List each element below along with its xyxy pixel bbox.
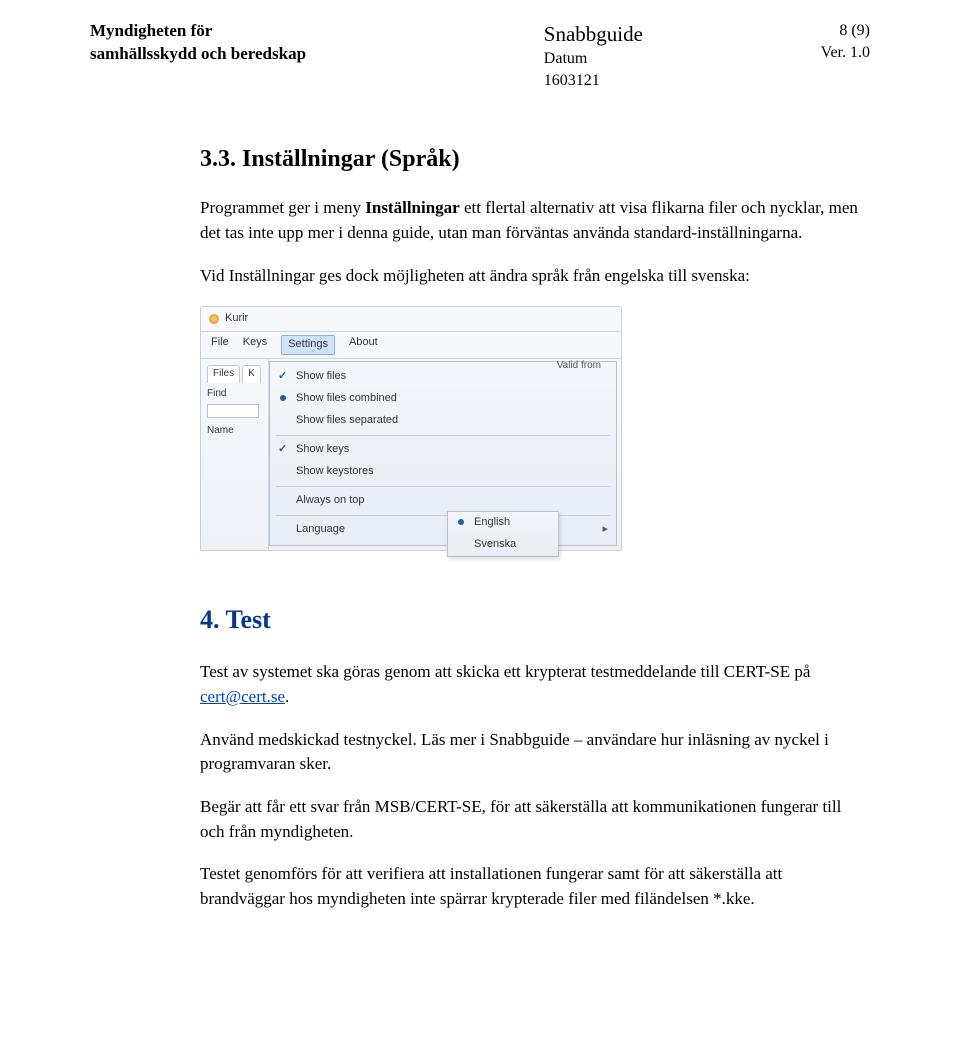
menu-item-show-keys[interactable]: Show keys	[270, 439, 616, 461]
find-input[interactable]	[207, 404, 259, 418]
section-3-3-title: 3.3. Inställningar (Språk)	[200, 142, 870, 177]
menu-item-show-files-separated[interactable]: Show files separated	[270, 410, 616, 432]
menu-item-show-keystores[interactable]: Show keystores	[270, 461, 616, 483]
section-4-title: 4. Test	[200, 601, 870, 639]
menu-settings[interactable]: Settings	[281, 335, 335, 355]
date-value: 1603121	[544, 70, 643, 92]
p1-part-a: Programmet ger i meny	[200, 198, 365, 217]
menu-item-show-files[interactable]: Show files	[270, 366, 616, 388]
tab-k[interactable]: K	[242, 365, 261, 383]
section-4-p3: Begär att får ett svar från MSB/CERT-SE,…	[200, 795, 870, 844]
doc-meta-right: 8 (9) Ver. 1.0	[821, 20, 870, 63]
doc-meta-mid: Snabbguide Datum 1603121	[544, 20, 643, 92]
tab-files[interactable]: Files	[207, 365, 240, 383]
section-3-3-p2: Vid Inställningar ges dock möjligheten a…	[200, 264, 870, 289]
submenu-item-svenska[interactable]: Svenska	[448, 534, 558, 556]
ss-left-panel: Files K Find Name	[201, 359, 269, 550]
name-column-header: Name	[207, 424, 262, 439]
p1-text-b: .	[285, 687, 289, 706]
org-name: Myndigheten för samhällsskydd och bereds…	[90, 20, 306, 66]
submenu-item-english[interactable]: English	[448, 512, 558, 534]
ss-window-title: Kurir	[225, 311, 248, 327]
menu-item-language[interactable]: Language	[270, 519, 616, 541]
menu-separator	[276, 486, 610, 487]
ss-menubar: File Keys Settings About	[201, 332, 621, 359]
menu-separator	[276, 515, 610, 516]
section-4-p4: Testet genomförs för att verifiera att i…	[200, 862, 870, 911]
p1-text-a: Test av systemet ska göras genom att ski…	[200, 662, 810, 681]
menu-about[interactable]: About	[349, 335, 378, 355]
cert-email-link[interactable]: cert@cert.se	[200, 687, 285, 706]
ss-titlebar: Kurir	[201, 307, 621, 332]
doc-header: Myndigheten för samhällsskydd och bereds…	[90, 20, 870, 92]
settings-dropdown: Show files Show files combined Show file…	[269, 361, 617, 546]
section-3-3-p1: Programmet ger i meny Inställningar ett …	[200, 196, 870, 245]
org-line1: Myndigheten för	[90, 20, 306, 43]
language-submenu: English Svenska	[447, 511, 559, 557]
p1-bold: Inställningar	[365, 198, 459, 217]
page-number: 8 (9)	[821, 20, 870, 42]
date-label: Datum	[544, 48, 643, 70]
menu-keys[interactable]: Keys	[243, 335, 267, 355]
menu-item-show-files-combined[interactable]: Show files combined	[270, 388, 616, 410]
kurir-screenshot: Kurir File Keys Settings About Files K F…	[200, 306, 622, 550]
menu-separator	[276, 435, 610, 436]
app-icon	[209, 314, 219, 324]
section-4-p1: Test av systemet ska göras genom att ski…	[200, 660, 870, 709]
menu-file[interactable]: File	[211, 335, 229, 355]
doc-title: Snabbguide	[544, 20, 643, 48]
version: Ver. 1.0	[821, 42, 870, 64]
section-4-p2: Använd medskickad testnyckel. Läs mer i …	[200, 728, 870, 777]
menu-item-always-on-top[interactable]: Always on top	[270, 490, 616, 512]
find-label: Find	[207, 387, 262, 402]
org-line2: samhällsskydd och beredskap	[90, 43, 306, 66]
